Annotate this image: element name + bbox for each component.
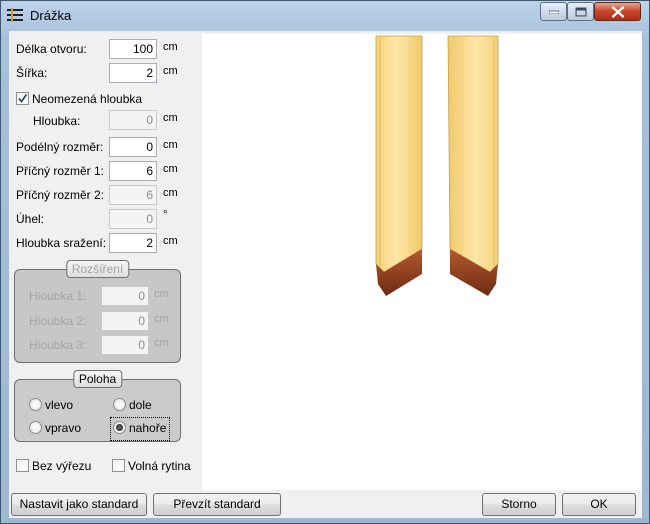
delka-otvoru-unit: cm: [163, 41, 178, 53]
pricny-rozmer-2-input[interactable]: 6: [109, 185, 157, 205]
uhel-input[interactable]: 0: [109, 209, 157, 229]
dialog-client-area: Délka otvoru: 100 cm Šířka: 2 cm Neomeze…: [9, 31, 642, 518]
left-beam-piece: [375, 35, 423, 296]
hloubka-label: Hloubka:: [33, 114, 81, 128]
radio-vlevo[interactable]: [29, 398, 42, 411]
load-standard-button[interactable]: Převzít standard: [153, 493, 281, 516]
minimize-icon: [548, 10, 559, 14]
uhel-label: Úhel:: [16, 212, 45, 226]
podelny-rozmer-label: Podélný rozměr:: [16, 140, 104, 154]
sirka-unit: cm: [163, 65, 178, 77]
neomezena-hloubka-label: Neomezená hloubka: [32, 92, 143, 106]
podelny-rozmer-input[interactable]: 0: [109, 137, 157, 157]
hloubka-unit: cm: [163, 112, 178, 124]
app-icon: [7, 8, 23, 22]
bez-vyrezu-checkbox[interactable]: [16, 459, 29, 472]
pricny-rozmer-1-label: Příčný rozměr 1:: [16, 164, 105, 178]
hloubka-1-unit: cm: [154, 288, 169, 300]
poloha-group: Poloha vlevo dole vpravo nahoře: [14, 370, 181, 442]
volna-rytina-label: Volná rytina: [128, 459, 191, 473]
radio-vlevo-label: vlevo: [45, 398, 74, 412]
hloubka-srazeni-unit: cm: [163, 235, 178, 247]
ok-button[interactable]: OK: [562, 493, 636, 516]
maximize-button[interactable]: [567, 2, 594, 21]
cancel-button[interactable]: Storno: [482, 493, 556, 516]
radio-dole-label: dole: [129, 398, 152, 412]
delka-otvoru-input[interactable]: 100: [109, 39, 157, 59]
rozsireni-group: Rozšíření Hloubka 1: 0 cm Hloubka 2: 0 c…: [14, 260, 181, 363]
radio-vpravo[interactable]: [29, 421, 42, 434]
volna-rytina-checkbox[interactable]: [112, 459, 125, 472]
delka-otvoru-label: Délka otvoru:: [16, 42, 87, 56]
neomezena-hloubka-checkbox[interactable]: [16, 92, 29, 105]
hloubka-1-label: Hloubka 1:: [29, 289, 87, 303]
radio-vpravo-label: vpravo: [45, 421, 82, 435]
hloubka-srazeni-input[interactable]: 2: [109, 233, 157, 253]
hloubka-2-unit: cm: [154, 313, 169, 325]
set-as-standard-button[interactable]: Nastavit jako standard: [11, 493, 147, 516]
podelny-rozmer-unit: cm: [163, 139, 178, 151]
pricny-rozmer-1-input[interactable]: 6: [109, 161, 157, 181]
hloubka-3-unit: cm: [154, 337, 169, 349]
title-bar[interactable]: Drážka: [1, 1, 649, 29]
rozsireni-group-title: Rozšíření: [65, 260, 130, 278]
checkmark-icon: [18, 94, 28, 103]
grooved-beam-drawing: [375, 35, 499, 296]
hloubka-input[interactable]: 0: [109, 110, 157, 130]
right-beam-piece: [447, 35, 499, 296]
hloubka-3-input[interactable]: 0: [101, 335, 149, 355]
hloubka-2-label: Hloubka 2:: [29, 314, 87, 328]
radio-nahore[interactable]: [113, 421, 126, 434]
sirka-input[interactable]: 2: [109, 63, 157, 83]
hloubka-1-input[interactable]: 0: [101, 286, 149, 306]
preview-3d-view[interactable]: [202, 34, 642, 490]
pricny-rozmer-1-unit: cm: [163, 163, 178, 175]
dialog-window: Drážka Délka otvoru: 100 cm Šířka: 2 cm …: [0, 0, 650, 524]
radio-nahore-label: nahoře: [129, 421, 167, 435]
radio-dole[interactable]: [113, 398, 126, 411]
pricny-rozmer-2-unit: cm: [163, 187, 178, 199]
sirka-label: Šířka:: [16, 66, 48, 80]
hloubka-3-label: Hloubka 3:: [29, 338, 87, 352]
window-title: Drážka: [30, 8, 72, 23]
close-button[interactable]: [594, 2, 641, 21]
pricny-rozmer-2-label: Příčný rozměr 2:: [16, 188, 105, 202]
uhel-unit: °: [163, 209, 168, 221]
minimize-button[interactable]: [540, 2, 567, 21]
poloha-group-title: Poloha: [72, 370, 123, 388]
hloubka-2-input[interactable]: 0: [101, 311, 149, 331]
close-icon: [611, 6, 624, 17]
hloubka-srazeni-label: Hloubka sražení:: [16, 236, 107, 250]
bez-vyrezu-label: Bez výřezu: [32, 459, 92, 473]
maximize-icon: [575, 7, 586, 16]
